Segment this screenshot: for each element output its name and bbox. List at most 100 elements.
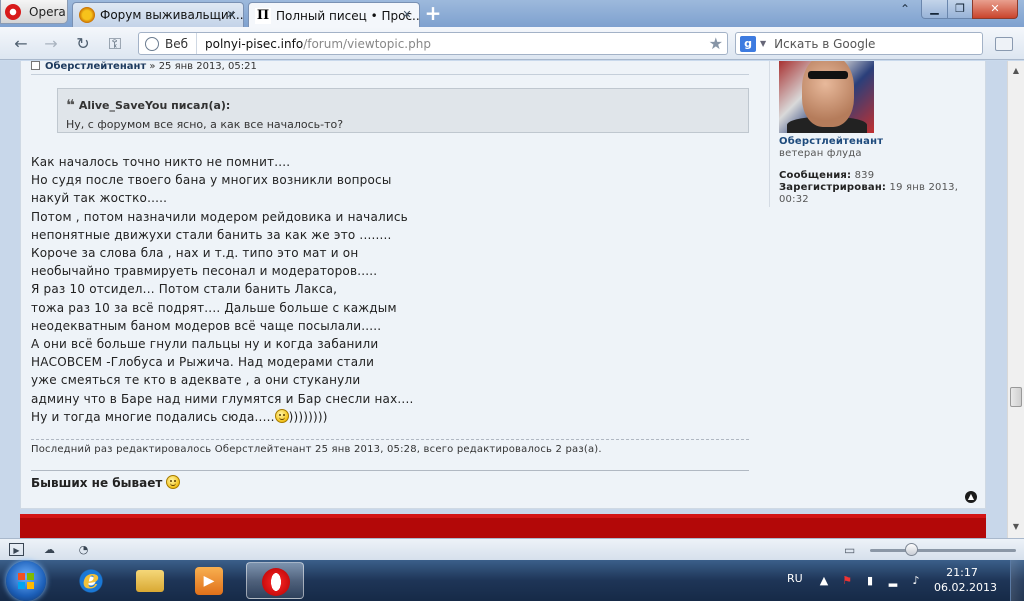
signature-divider xyxy=(31,470,749,471)
opera-icon xyxy=(262,568,290,596)
posts-label: Сообщения: xyxy=(779,170,852,181)
post-line: неодекватным баном модеров всё чаще посы… xyxy=(31,318,382,333)
post-line: НАСОВСЕМ -Глобуса и Рыжича. Над модерами… xyxy=(31,355,375,370)
post-meta: Оберстлейтенант » 25 янв 2013, 05:21 xyxy=(31,61,257,72)
start-button[interactable] xyxy=(6,561,46,601)
vertical-scrollbar[interactable]: ▲ ▼ xyxy=(1007,61,1024,538)
zoom-reset-icon[interactable]: ▭ xyxy=(844,543,855,557)
profile-name[interactable]: Оберстлейтенант xyxy=(779,136,979,147)
profile-rank: ветеран флуда xyxy=(779,148,862,159)
tray-arrow-icon[interactable]: ▲ xyxy=(817,574,831,587)
close-window-button[interactable]: ✕ xyxy=(972,0,1018,19)
taskbar-internet-explorer[interactable]: e xyxy=(62,562,120,599)
avatar-glasses xyxy=(808,71,848,79)
taskbar-explorer[interactable] xyxy=(121,562,179,599)
pisec-favicon-icon: П xyxy=(255,7,271,24)
scroll-up-icon[interactable]: ▲ xyxy=(1008,63,1024,79)
date-separator: » xyxy=(146,61,159,72)
cloud-icon[interactable]: ☁ xyxy=(42,543,57,556)
back-arrow-icon[interactable]: ← xyxy=(10,33,32,55)
post-line: Как началось точно никто не помнит.... xyxy=(31,155,291,169)
close-tab-icon[interactable]: ✕ xyxy=(225,9,237,21)
show-desktop-button[interactable] xyxy=(1010,560,1024,601)
footer-bar xyxy=(20,514,986,538)
internet-explorer-icon: e xyxy=(77,567,105,595)
media-player-icon: ▶ xyxy=(195,567,223,595)
tab-bar: Opera Форум выживальщик... ✕ П Полный пи… xyxy=(0,0,1024,28)
posts-value: 839 xyxy=(854,170,875,181)
tab-title: Форум выживальщик... xyxy=(100,8,244,22)
quote-mark-icon: ❝ xyxy=(66,96,75,114)
quote-block: ❝ Alive_SaveYou писал(а): Ну, с форумом в… xyxy=(57,88,749,133)
post-line-tail: )))))))) xyxy=(288,409,328,424)
opera-menu-button[interactable]: Opera xyxy=(0,0,68,24)
network-icon[interactable]: ▂ xyxy=(886,574,900,587)
google-icon[interactable]: g xyxy=(740,35,756,52)
post-icon[interactable] xyxy=(31,61,40,70)
quote-author: Alive_SaveYou писал(а): xyxy=(78,99,231,112)
clock[interactable]: 21:17 06.02.2013 xyxy=(934,565,997,595)
panel-icon[interactable]: ▶ xyxy=(9,543,24,556)
device-icon[interactable]: ▮ xyxy=(863,574,877,587)
panel-toggle-icon[interactable] xyxy=(995,37,1013,51)
post-line: Я раз 10 отсидел... Потом стали банить Л… xyxy=(31,282,338,297)
volume-icon[interactable]: ♪ xyxy=(909,574,923,587)
bookmark-star-icon[interactable]: ★ xyxy=(709,34,723,53)
folder-icon xyxy=(136,570,164,592)
clock-date: 06.02.2013 xyxy=(934,581,997,594)
signature-text: Бывших не бывает xyxy=(31,476,163,490)
chevron-down-icon[interactable]: ▼ xyxy=(760,39,766,48)
close-tab-icon[interactable]: ✕ xyxy=(401,9,413,21)
post-line: Но судя после твоего бана у многих возни… xyxy=(31,173,392,188)
smiley-icon xyxy=(274,408,289,423)
url-host: polnyi-pisec.info xyxy=(205,36,304,51)
address-bar[interactable]: Веб polnyi-pisec.info /forum/viewtopic.p… xyxy=(138,32,728,55)
opera-menu-label: Opera xyxy=(29,4,66,19)
tab-list-icon[interactable]: ⌃ xyxy=(893,0,917,19)
search-placeholder: Искать в Google xyxy=(774,36,876,51)
maximize-button[interactable]: ❐ xyxy=(947,0,973,19)
post-panel: Оберстлейтенант » 25 янв 2013, 05:21 ❝ Al… xyxy=(20,61,986,509)
zoom-slider-knob[interactable] xyxy=(905,543,918,556)
tab-polnyi-pisec[interactable]: П Полный писец • Прос... ✕ xyxy=(248,2,420,28)
scrollbar-thumb[interactable] xyxy=(1010,387,1022,407)
new-tab-button[interactable]: + xyxy=(423,3,443,24)
language-indicator[interactable]: RU xyxy=(787,572,803,585)
action-center-icon[interactable]: ⚑ xyxy=(840,574,854,587)
forward-arrow-icon[interactable]: → xyxy=(40,33,62,55)
post-body: Как началось точно никто не помнит.... Н… xyxy=(31,153,413,426)
taskbar-media-player[interactable]: ▶ xyxy=(180,562,238,599)
clock-time: 21:17 xyxy=(946,566,978,579)
post-divider xyxy=(31,74,749,75)
status-bar: ▶ ☁ ◔ ▭ xyxy=(0,538,1024,560)
web-security-chip[interactable]: Веб xyxy=(139,33,198,54)
post-line: необычайно травмируеть песонал и модерат… xyxy=(31,264,378,279)
navigation-bar: ← → ↻ ⚿ Веб polnyi-pisec.info /forum/vie… xyxy=(0,27,1024,60)
minimize-button[interactable]: ▁ xyxy=(921,0,948,19)
taskbar-opera[interactable] xyxy=(246,562,304,599)
profile-registered: Зарегистрирован: 19 янв 2013, 00:32 xyxy=(779,182,979,206)
web-chip-label: Веб xyxy=(165,36,189,51)
search-field[interactable]: g ▼ Искать в Google xyxy=(735,32,983,55)
author-profile: Оберстлейтенант ветеран флуда Сообщения:… xyxy=(769,61,979,207)
post-line: непонятные движухи стали банить за как ж… xyxy=(31,227,392,242)
post-line: уже смеяться те кто в адеквате , а они с… xyxy=(31,373,361,388)
speed-icon[interactable]: ◔ xyxy=(76,543,91,556)
quote-text: Ну, с форумом все ясно, а как все начало… xyxy=(66,118,344,131)
key-icon[interactable]: ⚿ xyxy=(104,33,126,55)
registered-label: Зарегистрирован: xyxy=(779,182,887,193)
quote-cite: ❝ Alive_SaveYou писал(а): xyxy=(66,96,740,114)
signature: Бывших не бывает xyxy=(31,475,181,490)
profile-posts: Сообщения: 839 xyxy=(779,170,979,182)
scroll-down-icon[interactable]: ▼ xyxy=(1008,519,1024,535)
zoom-slider[interactable] xyxy=(870,549,1016,552)
reload-icon[interactable]: ↻ xyxy=(72,33,94,55)
page-viewport: Оберстлейтенант » 25 янв 2013, 05:21 ❝ Al… xyxy=(0,61,1007,538)
post-line: накуй так жостко..... xyxy=(31,191,168,206)
post-line: админу что в Баре над ними глумятся и Ба… xyxy=(31,391,414,406)
tab-survival-forum[interactable]: Форум выживальщик... ✕ xyxy=(72,2,244,27)
back-to-top-icon[interactable]: ▲ xyxy=(965,491,977,503)
globe-icon xyxy=(145,36,159,51)
post-author[interactable]: Оберстлейтенант xyxy=(45,61,146,72)
avatar[interactable] xyxy=(779,61,874,133)
